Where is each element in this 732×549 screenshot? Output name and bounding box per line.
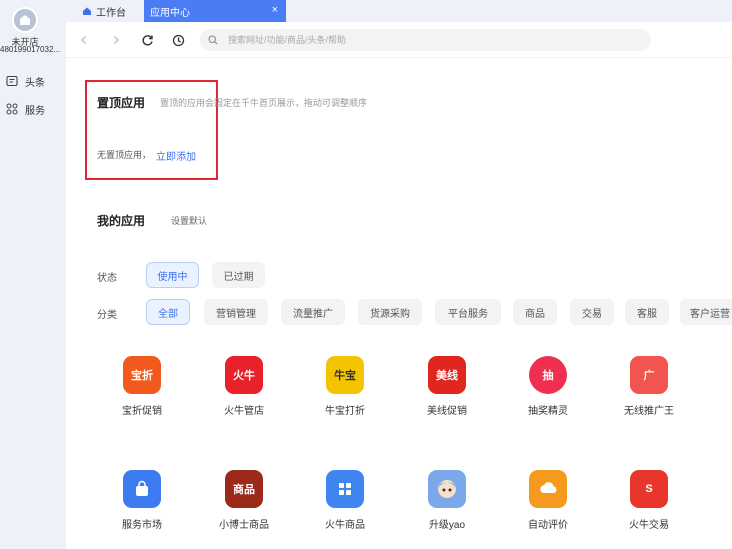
bull-mascot-app-icon: 牛宝 <box>326 356 364 394</box>
my-apps-title: 我的应用 <box>97 214 146 228</box>
category-label: 分类 <box>97 310 117 321</box>
lottery-app-icon: 抽 <box>529 356 567 394</box>
tab-label: 工作台 <box>96 7 126 19</box>
sidebar-item-services[interactable]: 服务 <box>6 101 45 117</box>
address-bar <box>66 22 732 58</box>
shop-avatar[interactable] <box>12 7 38 33</box>
news-icon <box>6 75 18 87</box>
trade-app-icon: S <box>630 470 668 508</box>
sidebar: 未开店 480199017032... 头条 服务 <box>0 0 66 549</box>
category-tab[interactable]: 交易 <box>570 299 614 325</box>
status-filter-expired[interactable]: 已过期 <box>212 262 265 288</box>
set-default-button[interactable]: 设置默认 <box>171 214 207 227</box>
chevron-right-icon <box>114 36 119 44</box>
shopping-bag-app-icon <box>123 470 161 508</box>
tab-label: 应用中心 <box>150 7 190 19</box>
status-label: 状态 <box>97 273 117 284</box>
app-item[interactable]: 自动评价 <box>508 470 588 531</box>
promotion-app-icon: 广 <box>630 356 668 394</box>
app-item[interactable]: 火牛商品 <box>305 470 385 531</box>
app-item[interactable]: 火牛 火牛管店 <box>204 356 284 417</box>
forward-button[interactable] <box>108 32 124 48</box>
store-icon <box>20 15 30 25</box>
refresh-icon <box>141 34 153 45</box>
home-icon <box>83 7 91 15</box>
search-icon <box>208 35 218 45</box>
chevron-left-icon <box>81 36 86 44</box>
category-tab[interactable]: 货源采购 <box>358 299 422 325</box>
app-name: 服务市场 <box>122 520 162 531</box>
fire-bull-app-icon: 火牛 <box>225 356 263 394</box>
app-item[interactable]: 升级yao <box>407 470 487 531</box>
search-box[interactable] <box>200 29 651 51</box>
goods-grid-app-icon <box>326 470 364 508</box>
app-item[interactable]: 宝折 宝折促销 <box>102 356 182 417</box>
category-tab[interactable]: 全部 <box>146 299 190 325</box>
coupon-app-icon: 宝折 <box>123 356 161 394</box>
app-item[interactable]: S 火牛交易 <box>609 470 689 531</box>
anime-avatar-app-icon <box>428 470 466 508</box>
pinned-apps-title: 置顶应用 <box>97 96 146 110</box>
app-name: 无线推广王 <box>624 406 674 417</box>
back-button[interactable] <box>76 32 92 48</box>
app-item[interactable]: 商品 小博士商品 <box>204 470 284 531</box>
shop-id: 480199017032... <box>0 45 61 54</box>
app-name: 火牛交易 <box>629 520 669 531</box>
app-name: 火牛商品 <box>325 520 365 531</box>
grid-icon <box>6 103 18 115</box>
category-tab[interactable]: 营销管理 <box>204 299 268 325</box>
refresh-button[interactable] <box>139 32 155 48</box>
tab-app-center[interactable]: 应用中心 × <box>144 0 286 22</box>
pinned-apps-description: 置顶的应用会固定在千牛首页展示，拖动可调整顺序 <box>160 98 368 108</box>
app-name: 宝折促销 <box>122 406 162 417</box>
category-tab[interactable]: 客户运营 <box>680 299 732 325</box>
sidebar-item-label: 头条 <box>25 77 45 89</box>
app-item[interactable]: 服务市场 <box>102 470 182 531</box>
app-item[interactable]: 抽 抽奖精灵 <box>508 356 588 417</box>
app-name: 抽奖精灵 <box>528 406 568 417</box>
history-button[interactable] <box>170 32 186 48</box>
sidebar-item-label: 服务 <box>25 105 45 117</box>
promo-app-icon: 美线 <box>428 356 466 394</box>
category-tab[interactable]: 平台服务 <box>435 299 501 325</box>
tab-workbench[interactable]: 工作台 <box>82 0 126 22</box>
app-name: 自动评价 <box>528 520 568 531</box>
app-item[interactable]: 广 无线推广王 <box>609 356 689 417</box>
status-filter-in-use[interactable]: 使用中 <box>146 262 199 288</box>
auto-review-app-icon <box>529 470 567 508</box>
app-item[interactable]: 美线 美线促销 <box>407 356 487 417</box>
clock-icon <box>172 34 184 46</box>
app-name: 牛宝打折 <box>325 406 365 417</box>
sidebar-item-news[interactable]: 头条 <box>6 73 45 89</box>
search-input[interactable] <box>228 35 608 45</box>
close-icon[interactable]: × <box>272 4 278 16</box>
app-name: 火牛管店 <box>224 406 264 417</box>
category-tab[interactable]: 客服 <box>625 299 669 325</box>
pinned-empty-text: 无置顶应用， <box>97 150 152 160</box>
app-name: 升级yao <box>428 520 466 531</box>
tab-bar: 工作台 应用中心 × <box>66 0 732 22</box>
app-name: 美线促销 <box>427 406 467 417</box>
app-name: 小博士商品 <box>219 520 269 531</box>
app-item[interactable]: 牛宝 牛宝打折 <box>305 356 385 417</box>
category-tab[interactable]: 商品 <box>513 299 557 325</box>
category-tab[interactable]: 流量推广 <box>281 299 345 325</box>
add-pinned-link[interactable]: 立即添加 <box>156 148 196 163</box>
doctor-goods-app-icon: 商品 <box>225 470 263 508</box>
